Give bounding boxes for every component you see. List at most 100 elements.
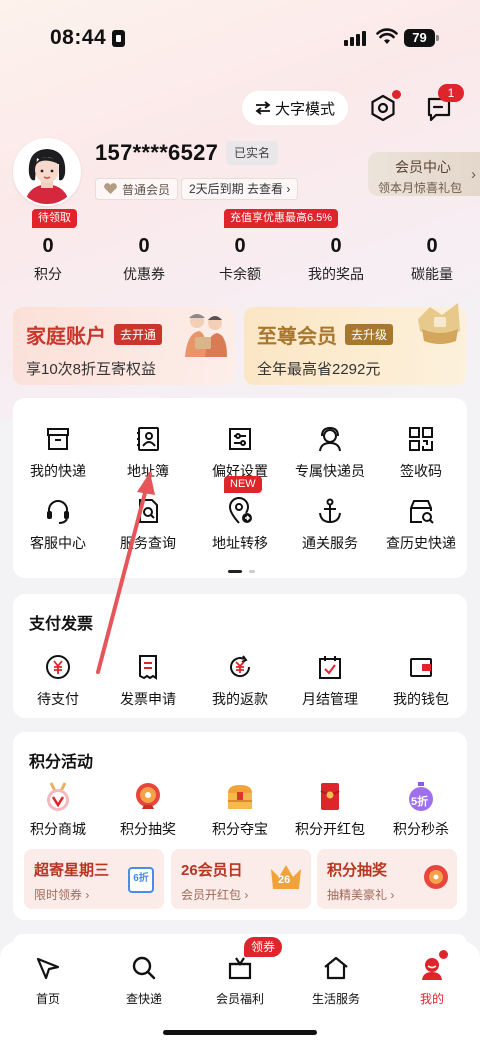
house-icon bbox=[324, 956, 348, 980]
stat-card-balance[interactable]: 0 卡余额 bbox=[192, 235, 288, 284]
service-label: 通关服务 bbox=[302, 535, 358, 551]
document-search-icon bbox=[139, 499, 158, 523]
vip-member-card[interactable]: 至尊会员 去升级 全年最高省2292元 bbox=[244, 303, 466, 385]
member-center-button[interactable]: 会员中心 领本月惊喜礼包 › bbox=[368, 152, 480, 196]
expire-notice-link[interactable]: 2天后到期 去查看 › bbox=[181, 178, 299, 200]
avatar-illustration bbox=[15, 140, 79, 204]
crown-gift-icon bbox=[418, 303, 460, 344]
chevron-right-icon: › bbox=[286, 182, 291, 196]
family-card-pill: 去开通 bbox=[114, 324, 163, 345]
search-icon bbox=[132, 956, 156, 980]
stat-coupons[interactable]: 0 优惠券 bbox=[96, 235, 192, 284]
stat-label: 积分 bbox=[34, 266, 62, 282]
promo-sub: 限时领券 bbox=[34, 888, 83, 902]
phone-number: 157****6527 bbox=[95, 140, 219, 165]
tab-track-express[interactable]: 查快递 bbox=[96, 952, 192, 1007]
pay-wallet[interactable]: 我的钱包 bbox=[376, 652, 466, 709]
promo-badge: 26 bbox=[278, 874, 291, 886]
points-sec-kill[interactable]: 5折 积分秒杀 bbox=[376, 782, 466, 839]
new-badge: NEW bbox=[224, 476, 262, 493]
courier-person-icon bbox=[319, 426, 341, 452]
points-activity-title: 积分活动 bbox=[29, 754, 94, 771]
tab-label: 我的 bbox=[419, 992, 444, 1006]
medal-icon bbox=[47, 782, 69, 811]
big-font-mode-button[interactable]: 大字模式 bbox=[242, 91, 348, 125]
heart-icon bbox=[104, 183, 117, 194]
tab-label: 查快递 bbox=[125, 992, 162, 1006]
swap-icon bbox=[255, 101, 271, 115]
gift-icon bbox=[228, 957, 252, 980]
pay-pending[interactable]: 待支付 bbox=[13, 652, 103, 709]
sec-kill-discount: 5折 bbox=[411, 796, 429, 808]
activity-label: 积分秒杀 bbox=[393, 821, 449, 837]
stat-label: 优惠券 bbox=[123, 266, 165, 282]
profile-active-icon bbox=[422, 958, 442, 980]
settings-dot bbox=[392, 90, 401, 99]
points-red-packet[interactable]: 积分开红包 bbox=[285, 782, 375, 839]
points-mall[interactable]: 积分商城 bbox=[13, 782, 103, 839]
service-preferences[interactable]: 偏好设置 bbox=[195, 424, 285, 481]
stat-value: 0 bbox=[234, 235, 246, 257]
avatar[interactable] bbox=[13, 138, 81, 206]
service-label: 签收码 bbox=[400, 463, 442, 479]
activity-label: 积分商城 bbox=[30, 821, 86, 837]
service-customs[interactable]: 通关服务 bbox=[285, 496, 375, 553]
service-sign-code[interactable]: 签收码 bbox=[376, 424, 466, 481]
service-label: 地址转移 bbox=[212, 535, 268, 551]
pay-refund[interactable]: 我的返款 bbox=[195, 652, 285, 709]
activity-label: 积分开红包 bbox=[295, 821, 365, 837]
settings-button[interactable] bbox=[370, 90, 401, 127]
service-history-express[interactable]: 查历史快递 bbox=[376, 496, 466, 553]
service-address-book[interactable]: 地址簿 bbox=[103, 424, 193, 481]
service-label: 客服中心 bbox=[30, 535, 86, 551]
hexagon-settings-icon bbox=[371, 94, 395, 122]
tab-life-services[interactable]: 生活服务 bbox=[288, 952, 384, 1007]
promo-sub: 抽精美豪礼 bbox=[327, 888, 388, 902]
box-icon bbox=[47, 428, 69, 450]
stat-prizes[interactable]: 0 我的奖品 bbox=[288, 235, 384, 284]
family-account-card[interactable]: 家庭账户 去开通 享10次8折互寄权益 bbox=[13, 307, 235, 385]
promo-points-lottery[interactable]: 积分抽奖 抽精美豪礼 › bbox=[317, 849, 457, 909]
red-packet-icon bbox=[320, 783, 340, 810]
contact-book-icon bbox=[137, 427, 159, 451]
discount-calendar-icon: 6折 bbox=[128, 867, 154, 893]
promo-member-day[interactable]: 26会员日 会员开红包 › 26 bbox=[171, 849, 311, 909]
points-treasure[interactable]: 积分夺宝 bbox=[195, 782, 285, 839]
stat-value: 0 bbox=[330, 235, 342, 257]
home-indicator bbox=[163, 1030, 317, 1035]
payment-label: 月结管理 bbox=[302, 691, 358, 707]
service-courier[interactable]: 专属快递员 bbox=[285, 424, 375, 481]
payment-label: 我的返款 bbox=[212, 691, 268, 707]
stat-carbon-energy[interactable]: 0 碳能量 bbox=[384, 235, 480, 284]
payment-label: 发票申请 bbox=[120, 691, 176, 707]
pay-monthly[interactable]: 月结管理 bbox=[285, 652, 375, 709]
tab-label: 首页 bbox=[35, 992, 60, 1006]
lottery-wheel-icon bbox=[424, 865, 448, 889]
stat-label: 我的奖品 bbox=[308, 266, 364, 282]
stat-points[interactable]: 0 积分 bbox=[0, 235, 96, 284]
service-label: 专属快递员 bbox=[295, 463, 365, 479]
points-lottery[interactable]: 积分抽奖 bbox=[103, 782, 193, 839]
service-label: 服务查询 bbox=[120, 535, 176, 551]
service-label: 查历史快递 bbox=[386, 535, 456, 551]
service-query[interactable]: 服务查询 bbox=[103, 496, 193, 553]
service-my-express[interactable]: 我的快递 bbox=[13, 424, 103, 481]
tab-member-benefits[interactable]: 会员福利 bbox=[192, 952, 288, 1007]
service-label: 我的快递 bbox=[30, 463, 86, 479]
pay-invoice[interactable]: 发票申请 bbox=[103, 652, 193, 709]
promo-super-wednesday[interactable]: 超寄星期三 限时领券 › 6折 bbox=[24, 849, 164, 909]
member-level-tag[interactable]: 普通会员 bbox=[95, 178, 179, 200]
signal-icon bbox=[344, 30, 368, 46]
service-address-transfer[interactable]: 地址转移 bbox=[195, 496, 285, 553]
payment-label: 我的钱包 bbox=[393, 691, 449, 707]
card-recharge-badge: 充值享优惠最高6.5% bbox=[224, 209, 339, 228]
vip-card-pill: 去升级 bbox=[345, 324, 394, 345]
stat-label: 碳能量 bbox=[411, 266, 453, 282]
tab-home[interactable]: 首页 bbox=[0, 952, 96, 1007]
big-font-mode-label: 大字模式 bbox=[274, 100, 335, 118]
service-customer-center[interactable]: 客服中心 bbox=[13, 496, 103, 553]
wallet-icon bbox=[410, 658, 432, 677]
tab-mine[interactable]: 我的 bbox=[384, 950, 480, 1007]
battery-tip bbox=[436, 35, 439, 41]
activity-label: 积分夺宝 bbox=[212, 821, 268, 837]
